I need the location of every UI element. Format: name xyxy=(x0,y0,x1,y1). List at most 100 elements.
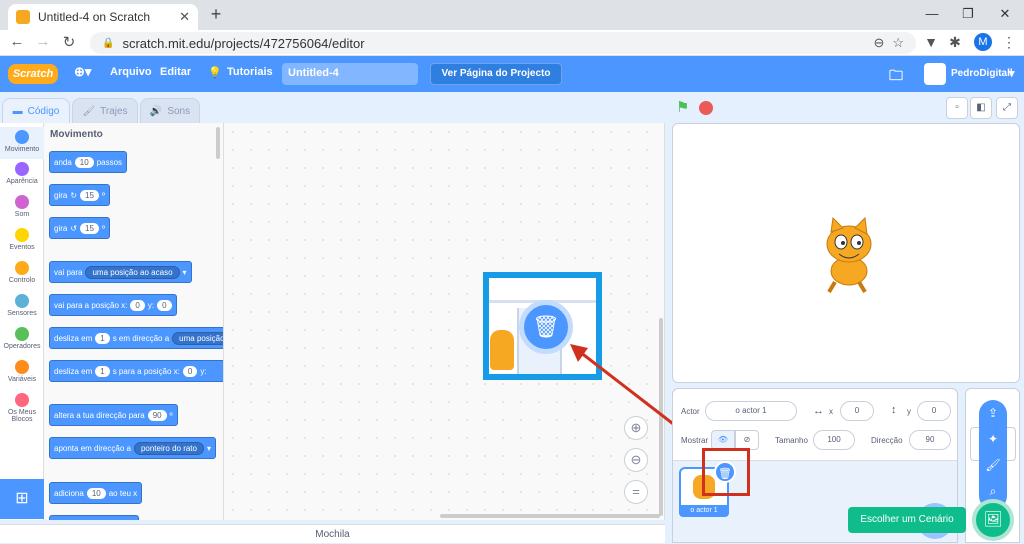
green-flag-icon[interactable]: ⚑ xyxy=(676,98,689,116)
sprite-thumbnail-icon xyxy=(490,330,514,370)
block-turn-right[interactable]: gira ↻ 15 º xyxy=(49,184,110,206)
menu-file[interactable]: Arquivo xyxy=(110,66,152,78)
block-go-to-xy[interactable]: vai para a posição x: 0 y: 0 xyxy=(49,294,177,316)
new-tab-button[interactable]: + xyxy=(206,4,226,25)
maximize-button[interactable]: ❐ xyxy=(956,6,980,22)
scratch-cat-sprite[interactable] xyxy=(809,216,889,296)
profile-avatar[interactable]: M xyxy=(974,33,992,51)
add-extension-button[interactable]: ⊞ xyxy=(0,479,44,519)
scratch-logo[interactable]: Scratch xyxy=(8,64,58,84)
show-label: Mostrar xyxy=(681,436,709,445)
fullscreen-button[interactable]: ⤢ xyxy=(996,97,1018,119)
see-project-page-button[interactable]: Ver Página do Projecto xyxy=(430,63,562,85)
menu-edit[interactable]: Editar xyxy=(160,66,191,78)
scratch-menu-bar: Scratch ⊕▾ Arquivo Editar 💡 Tutoriais Un… xyxy=(0,56,1024,92)
block-glide-to-xy[interactable]: desliza em 1 s para a posição x: 0 y: xyxy=(49,360,223,382)
upload-icon[interactable]: ⇪ xyxy=(979,406,1007,420)
workspace-horizontal-scrollbar[interactable] xyxy=(440,514,660,518)
search-icon[interactable]: ⌕ xyxy=(979,484,1007,499)
browser-tab[interactable]: Untitled-4 on Scratch ✕ xyxy=(8,4,198,30)
user-avatar[interactable] xyxy=(924,63,946,85)
tab-code[interactable]: ▬ Código xyxy=(2,98,70,124)
choose-backdrop-button[interactable]: 🖼 xyxy=(972,499,1014,541)
category-motion[interactable]: Movimento xyxy=(0,127,44,159)
small-stage-button[interactable]: ▫ xyxy=(946,97,968,119)
actor-label: Actor xyxy=(681,407,700,416)
category-sound[interactable]: Som xyxy=(0,195,44,218)
delete-sprite-button[interactable]: 🗑 xyxy=(714,461,736,483)
block-glide-to[interactable]: desliza em 1 s em direcção a uma posição xyxy=(49,327,223,349)
block-point-direction[interactable]: altera a tua direcção para 90 º xyxy=(49,404,178,426)
palette-heading: Movimento xyxy=(50,129,103,140)
sprite-tile-name: o actor 1 xyxy=(679,505,729,517)
project-title-input[interactable]: Untitled-4 xyxy=(282,63,418,85)
language-globe-icon[interactable]: ⊕▾ xyxy=(74,64,91,80)
show-eye-icon[interactable]: 👁 xyxy=(711,430,735,450)
extension-icon[interactable]: ▼ xyxy=(922,34,940,50)
surprise-icon[interactable]: ✦ xyxy=(979,432,1007,446)
block-point-towards[interactable]: aponta em direcção a ponteiro do rato ▾ xyxy=(49,437,216,459)
y-label: y xyxy=(907,407,911,416)
y-arrow-icon: ↕ xyxy=(891,404,897,416)
tab-sounds-label: Sons xyxy=(167,105,191,117)
lock-icon: 🔒 xyxy=(102,37,115,49)
close-window-button[interactable]: ✕ xyxy=(993,6,1017,22)
username[interactable]: PedroDigitall xyxy=(951,68,1013,79)
more-menu-icon[interactable]: ⋮ xyxy=(1000,34,1018,51)
category-sensing[interactable]: Sensores xyxy=(0,294,44,317)
size-input[interactable]: 100 xyxy=(813,430,855,450)
direction-input[interactable]: 90 xyxy=(909,430,951,450)
hide-eye-icon[interactable]: ⊘ xyxy=(735,430,759,450)
direction-label: Direcção xyxy=(871,436,903,445)
stage[interactable] xyxy=(672,123,1020,383)
close-tab-icon[interactable]: ✕ xyxy=(179,9,190,25)
palette-scrollbar[interactable] xyxy=(216,127,220,159)
code-icon: ▬ xyxy=(12,105,23,117)
x-label: x xyxy=(829,407,833,416)
category-menu: Movimento Aparência Som Eventos Controlo… xyxy=(0,123,44,520)
browser-tab-bar: Untitled-4 on Scratch ✕ + — ❐ ✕ xyxy=(0,0,1024,30)
url-text: scratch.mit.edu/projects/472756064/edito… xyxy=(122,35,365,51)
block-go-to[interactable]: vai para uma posição ao acaso ▾ xyxy=(49,261,192,283)
reload-icon[interactable]: ↻ xyxy=(60,33,78,51)
tab-costumes[interactable]: 🖌 Trajes xyxy=(72,98,138,124)
account-caret-icon[interactable]: ▾ xyxy=(1009,67,1015,80)
block-turn-left[interactable]: gira ↺ 15 º xyxy=(49,217,110,239)
y-input[interactable]: 0 xyxy=(917,401,951,421)
category-my-blocks[interactable]: Os Meus Blocos xyxy=(0,393,44,423)
x-input[interactable]: 0 xyxy=(840,401,874,421)
minimize-button[interactable]: — xyxy=(920,6,944,21)
zoom-reset-button[interactable]: = xyxy=(624,480,648,504)
puzzle-icon[interactable]: ✱ xyxy=(946,34,964,51)
block-palette: Movimento anda 10 passos gira ↻ 15 º gira ↺ 15 º… xyxy=(44,123,224,520)
block-partial[interactable] xyxy=(49,515,139,520)
normal-stage-button[interactable]: ◧ xyxy=(970,97,992,119)
sprite-name-input[interactable]: o actor 1 xyxy=(705,401,797,421)
url-field[interactable]: 🔒 scratch.mit.edu/projects/472756064/edi… xyxy=(90,32,916,54)
my-stuff-folder-icon[interactable]: 🗀 xyxy=(889,65,903,89)
backpack[interactable]: Mochila xyxy=(0,524,665,543)
block-change-x[interactable]: adiciona 10 ao teu x xyxy=(49,482,143,504)
forward-icon[interactable]: → xyxy=(34,33,52,50)
tab-sounds[interactable]: 🔊 Sons xyxy=(140,98,200,124)
scratch-favicon-icon xyxy=(16,10,30,24)
back-icon[interactable]: ← xyxy=(8,33,26,50)
paint-icon[interactable]: 🖌 xyxy=(979,458,1007,472)
bookmark-star-icon[interactable]: ☆ xyxy=(892,35,904,51)
stop-icon[interactable] xyxy=(699,101,713,115)
category-control[interactable]: Controlo xyxy=(0,261,44,284)
zoom-icon[interactable]: ⊖ xyxy=(873,35,884,51)
category-looks[interactable]: Aparência xyxy=(0,162,44,185)
size-label: Tamanho xyxy=(775,436,808,445)
tutorials-bulb-icon: 💡 xyxy=(208,67,222,79)
category-variables[interactable]: Variáveis xyxy=(0,360,44,383)
menu-tutorials[interactable]: Tutoriais xyxy=(227,66,273,78)
block-move-steps[interactable]: anda 10 passos xyxy=(49,151,128,173)
rotate-right-icon: ↻ xyxy=(70,190,78,200)
choose-backdrop-tooltip: Escolher um Cenário xyxy=(848,507,966,533)
address-bar-row: ← → ↻ 🔒 scratch.mit.edu/projects/4727560… xyxy=(0,30,1024,56)
backdrop-menu: ⇪ ✦ 🖌 ⌕ xyxy=(979,400,1007,510)
category-events[interactable]: Eventos xyxy=(0,228,44,251)
tab-code-label: Código xyxy=(27,105,60,117)
category-operators[interactable]: Operadores xyxy=(0,327,44,350)
